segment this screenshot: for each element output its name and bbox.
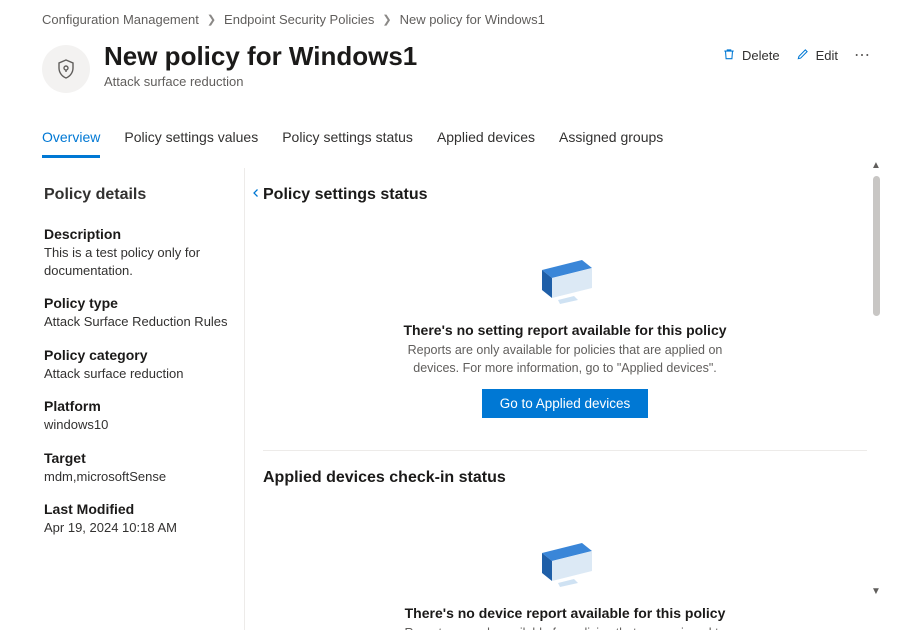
field-value-last-modified: Apr 19, 2024 10:18 AM <box>44 519 232 537</box>
settings-status-heading: Policy settings status <box>263 186 867 204</box>
chevron-right-icon: ❯ <box>207 13 216 26</box>
section-divider <box>263 450 867 451</box>
monitor-icon <box>530 256 600 310</box>
tab-overview[interactable]: Overview <box>42 123 100 158</box>
go-to-applied-devices-button[interactable]: Go to Applied devices <box>482 389 649 418</box>
devices-status-heading: Applied devices check-in status <box>263 469 867 487</box>
field-label-target: Target <box>44 450 232 466</box>
field-label-policy-category: Policy category <box>44 347 232 363</box>
field-label-policy-type: Policy type <box>44 295 232 311</box>
tab-bar: Overview Policy settings values Policy s… <box>42 123 871 158</box>
field-value-description: This is a test policy only for documenta… <box>44 244 232 279</box>
trash-icon <box>722 47 736 64</box>
scroll-up-arrow-icon[interactable]: ▲ <box>871 160 881 174</box>
edit-label: Edit <box>816 48 838 63</box>
pencil-icon <box>796 47 810 64</box>
devices-status-empty-state: There's no device report available for t… <box>263 493 867 630</box>
breadcrumb: Configuration Management ❯ Endpoint Secu… <box>42 8 871 41</box>
chevron-right-icon: ❯ <box>382 13 391 26</box>
field-value-policy-type: Attack Surface Reduction Rules <box>44 313 232 331</box>
policy-shield-icon <box>42 45 90 93</box>
more-actions-button[interactable]: ⋯ <box>854 45 871 65</box>
scrollbar-thumb[interactable] <box>873 176 880 316</box>
page-title: New policy for Windows1 <box>104 41 417 72</box>
field-label-platform: Platform <box>44 398 232 414</box>
breadcrumb-item[interactable]: Configuration Management <box>42 12 199 27</box>
policy-details-heading: Policy details <box>44 186 234 204</box>
edit-button[interactable]: Edit <box>796 47 838 64</box>
settings-status-empty-state: There's no setting report available for … <box>263 210 867 432</box>
tab-assigned-groups[interactable]: Assigned groups <box>559 123 663 158</box>
devices-status-empty-title: There's no device report available for t… <box>293 605 837 621</box>
field-label-last-modified: Last Modified <box>44 501 232 517</box>
breadcrumb-item-current: New policy for Windows1 <box>400 12 545 27</box>
breadcrumb-item[interactable]: Endpoint Security Policies <box>224 12 374 27</box>
tab-applied-devices[interactable]: Applied devices <box>437 123 535 158</box>
main-content: Policy settings status There's no settin… <box>244 168 871 630</box>
settings-status-empty-desc: Reports are only available for policies … <box>395 342 735 377</box>
settings-status-empty-title: There's no setting report available for … <box>293 322 837 338</box>
field-label-description: Description <box>44 226 232 242</box>
delete-label: Delete <box>742 48 780 63</box>
tab-policy-settings-status[interactable]: Policy settings status <box>282 123 413 158</box>
scroll-down-arrow-icon[interactable]: ▼ <box>871 586 881 600</box>
monitor-icon <box>530 539 600 593</box>
tab-policy-settings-values[interactable]: Policy settings values <box>124 123 258 158</box>
delete-button[interactable]: Delete <box>722 47 780 64</box>
devices-status-empty-desc: Reports are only available for policies … <box>395 625 735 630</box>
policy-details-panel: Policy details Description This is a tes… <box>42 168 244 630</box>
field-value-policy-category: Attack surface reduction <box>44 365 232 383</box>
field-value-platform: windows10 <box>44 416 232 434</box>
page-subtitle: Attack surface reduction <box>104 74 417 89</box>
scrollbar[interactable]: ▲ ▼ <box>871 160 881 600</box>
field-value-target: mdm,microsoftSense <box>44 468 232 486</box>
